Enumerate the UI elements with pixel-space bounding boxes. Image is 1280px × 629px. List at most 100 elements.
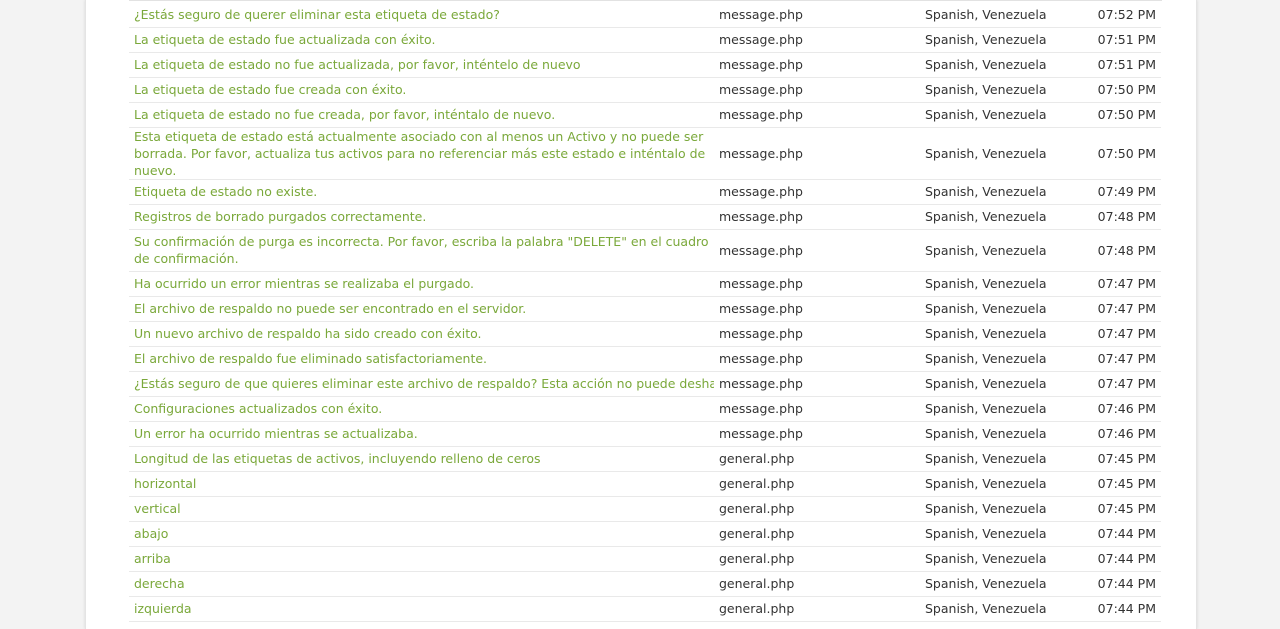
file-name: message.php	[714, 127, 920, 180]
file-name: message.php	[714, 296, 920, 322]
language-name: Spanish, Venezuela	[920, 571, 1076, 597]
timestamp: 07:46 PM	[1076, 421, 1161, 447]
table-row: Su confirmación de purga es incorrecta. …	[129, 229, 1161, 272]
activity-panel: ¿Estás seguro de querer eliminar esta et…	[85, 0, 1197, 629]
table-row: izquierda general.php Spanish, Venezuela…	[129, 596, 1161, 622]
language-name: Spanish, Venezuela	[920, 396, 1076, 422]
string-link[interactable]: derecha	[129, 571, 714, 597]
table-row: horizontal general.php Spanish, Venezuel…	[129, 471, 1161, 497]
table-row: Un nuevo archivo de respaldo ha sido cre…	[129, 321, 1161, 347]
table-row: Un error ha ocurrido mientras se actuali…	[129, 421, 1161, 447]
string-link[interactable]: horizontal	[129, 471, 714, 497]
string-link[interactable]: La etiqueta de estado no fue actualizada…	[129, 52, 714, 78]
language-name: Spanish, Venezuela	[920, 179, 1076, 205]
table-row: arriba general.php Spanish, Venezuela 07…	[129, 546, 1161, 572]
timestamp: 07:52 PM	[1076, 2, 1161, 28]
string-link[interactable]: Esta etiqueta de estado está actualmente…	[129, 127, 714, 180]
timestamp: 07:46 PM	[1076, 396, 1161, 422]
string-link[interactable]: Longitud de las etiquetas de activos, in…	[129, 446, 714, 472]
timestamp: 07:50 PM	[1076, 102, 1161, 128]
string-link[interactable]: izquierda	[129, 596, 714, 622]
timestamp: 07:49 PM	[1076, 179, 1161, 205]
string-link[interactable]: El archivo de respaldo fue eliminado sat…	[129, 346, 714, 372]
table-row: abajo general.php Spanish, Venezuela 07:…	[129, 521, 1161, 547]
string-link[interactable]: La etiqueta de estado fue creada con éxi…	[129, 77, 714, 103]
language-name: Spanish, Venezuela	[920, 52, 1076, 78]
table-row: Configuraciones actualizados con éxito. …	[129, 396, 1161, 422]
timestamp: 07:51 PM	[1076, 27, 1161, 53]
string-link[interactable]: ¿Estás seguro de que quieres eliminar es…	[129, 371, 714, 397]
language-name: Spanish, Venezuela	[920, 521, 1076, 547]
string-link[interactable]: Un nuevo archivo de respaldo ha sido cre…	[129, 321, 714, 347]
string-link[interactable]: Su confirmación de purga es incorrecta. …	[129, 229, 714, 272]
language-name: Spanish, Venezuela	[920, 546, 1076, 572]
language-name: Spanish, Venezuela	[920, 204, 1076, 230]
timestamp: 07:47 PM	[1076, 371, 1161, 397]
string-link[interactable]: Configuraciones actualizados con éxito.	[129, 396, 714, 422]
file-name: message.php	[714, 204, 920, 230]
timestamp: 07:44 PM	[1076, 546, 1161, 572]
table-row: Ha ocurrido un error mientras se realiza…	[129, 271, 1161, 297]
string-link[interactable]: Registros de borrado purgados correctame…	[129, 204, 714, 230]
timestamp: 07:47 PM	[1076, 296, 1161, 322]
file-name: message.php	[714, 52, 920, 78]
timestamp: 07:44 PM	[1076, 571, 1161, 597]
timestamp: 07:51 PM	[1076, 52, 1161, 78]
timestamp: 07:47 PM	[1076, 346, 1161, 372]
file-name: message.php	[714, 421, 920, 447]
string-link[interactable]: La etiqueta de estado fue actualizada co…	[129, 27, 714, 53]
file-name: message.php	[714, 346, 920, 372]
string-link[interactable]: abajo	[129, 521, 714, 547]
file-name: general.php	[714, 571, 920, 597]
string-link[interactable]: Etiqueta de estado no existe.	[129, 179, 714, 205]
file-name: general.php	[714, 596, 920, 622]
timestamp: 07:44 PM	[1076, 596, 1161, 622]
timestamp: 07:48 PM	[1076, 229, 1161, 272]
language-name: Spanish, Venezuela	[920, 446, 1076, 472]
string-link[interactable]: La etiqueta de estado no fue creada, por…	[129, 102, 714, 128]
language-name: Spanish, Venezuela	[920, 296, 1076, 322]
table-top-divider	[129, 0, 1162, 1]
language-name: Spanish, Venezuela	[920, 421, 1076, 447]
file-name: message.php	[714, 179, 920, 205]
file-name: general.php	[714, 446, 920, 472]
file-name: message.php	[714, 396, 920, 422]
table-row: ¿Estás seguro de querer eliminar esta et…	[129, 2, 1161, 28]
file-name: general.php	[714, 496, 920, 522]
language-name: Spanish, Venezuela	[920, 27, 1076, 53]
table-row: derecha general.php Spanish, Venezuela 0…	[129, 571, 1161, 597]
file-name: message.php	[714, 27, 920, 53]
translation-activity-table: ¿Estás seguro de querer eliminar esta et…	[129, 2, 1161, 622]
file-name: message.php	[714, 77, 920, 103]
string-link[interactable]: vertical	[129, 496, 714, 522]
timestamp: 07:45 PM	[1076, 471, 1161, 497]
table-row: Esta etiqueta de estado está actualmente…	[129, 127, 1161, 180]
string-link[interactable]: El archivo de respaldo no puede ser enco…	[129, 296, 714, 322]
file-name: general.php	[714, 546, 920, 572]
table-row: La etiqueta de estado no fue actualizada…	[129, 52, 1161, 78]
string-link[interactable]: Ha ocurrido un error mientras se realiza…	[129, 271, 714, 297]
file-name: message.php	[714, 371, 920, 397]
timestamp: 07:48 PM	[1076, 204, 1161, 230]
language-name: Spanish, Venezuela	[920, 596, 1076, 622]
file-name: message.php	[714, 229, 920, 272]
language-name: Spanish, Venezuela	[920, 471, 1076, 497]
table-row: La etiqueta de estado fue actualizada co…	[129, 27, 1161, 53]
timestamp: 07:45 PM	[1076, 446, 1161, 472]
timestamp: 07:44 PM	[1076, 521, 1161, 547]
string-link[interactable]: arriba	[129, 546, 714, 572]
file-name: message.php	[714, 321, 920, 347]
language-name: Spanish, Venezuela	[920, 102, 1076, 128]
language-name: Spanish, Venezuela	[920, 271, 1076, 297]
timestamp: 07:50 PM	[1076, 77, 1161, 103]
string-link[interactable]: ¿Estás seguro de querer eliminar esta et…	[129, 2, 714, 28]
table-row: vertical general.php Spanish, Venezuela …	[129, 496, 1161, 522]
string-link[interactable]: Un error ha ocurrido mientras se actuali…	[129, 421, 714, 447]
file-name: message.php	[714, 271, 920, 297]
language-name: Spanish, Venezuela	[920, 346, 1076, 372]
table-row: El archivo de respaldo fue eliminado sat…	[129, 346, 1161, 372]
language-name: Spanish, Venezuela	[920, 2, 1076, 28]
language-name: Spanish, Venezuela	[920, 321, 1076, 347]
table-row: Etiqueta de estado no existe. message.ph…	[129, 179, 1161, 205]
table-row: Longitud de las etiquetas de activos, in…	[129, 446, 1161, 472]
